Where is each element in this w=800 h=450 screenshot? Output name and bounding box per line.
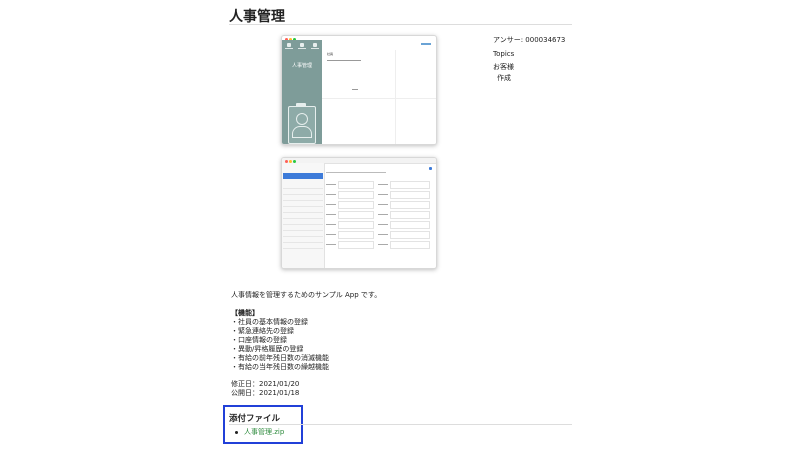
add-icon	[429, 167, 432, 170]
nav-icon	[300, 43, 304, 47]
app-screenshot-1: 人事管理 社員	[281, 35, 437, 145]
feature-item: ・有給の前年残日数の消滅機能	[231, 354, 329, 362]
published-date: 公開日：2021/01/18	[231, 389, 300, 397]
screenshot1-content-label: 社員	[327, 52, 334, 56]
screenshot1-sidebar: 人事管理	[282, 40, 322, 144]
topics-label: Topics	[493, 50, 515, 58]
feature-item: ・社員の基本情報の登録	[231, 318, 308, 326]
attachments-divider	[229, 424, 572, 425]
nav-icon	[287, 43, 291, 47]
app-screenshot-2	[281, 157, 437, 269]
bullet-icon	[235, 431, 238, 434]
create-link[interactable]: 作成	[497, 73, 511, 83]
page-title: 人事管理	[229, 9, 285, 25]
feature-item: ・緊急連絡先の登録	[231, 327, 294, 335]
screenshot1-app-label: 人事管理	[291, 63, 312, 69]
clipboard-icon	[288, 106, 316, 144]
attachment-file-link[interactable]: 人事管理.zip	[244, 427, 284, 437]
title-divider	[229, 24, 572, 25]
attachments-heading: 添付ファイル	[229, 414, 281, 424]
description-intro: 人事情報を管理するためのサンプル App です。	[231, 291, 382, 299]
nav-icon	[313, 43, 317, 47]
answer-id: アンサー: 000034673	[493, 36, 566, 44]
screenshot1-button	[421, 43, 431, 45]
feature-item: ・口座情報の登録	[231, 336, 287, 344]
feature-item: ・有給の当年残日数の繰越機能	[231, 363, 329, 371]
person-icon	[296, 113, 308, 125]
feature-item: ・異動/昇格履歴の登録	[231, 345, 304, 353]
features-heading: 【機能】	[231, 309, 259, 317]
modified-date: 修正日：2021/01/20	[231, 380, 300, 388]
customer-link[interactable]: お客様	[493, 62, 514, 72]
screenshot2-selected-row	[283, 173, 323, 179]
screenshot1-main	[322, 40, 436, 144]
